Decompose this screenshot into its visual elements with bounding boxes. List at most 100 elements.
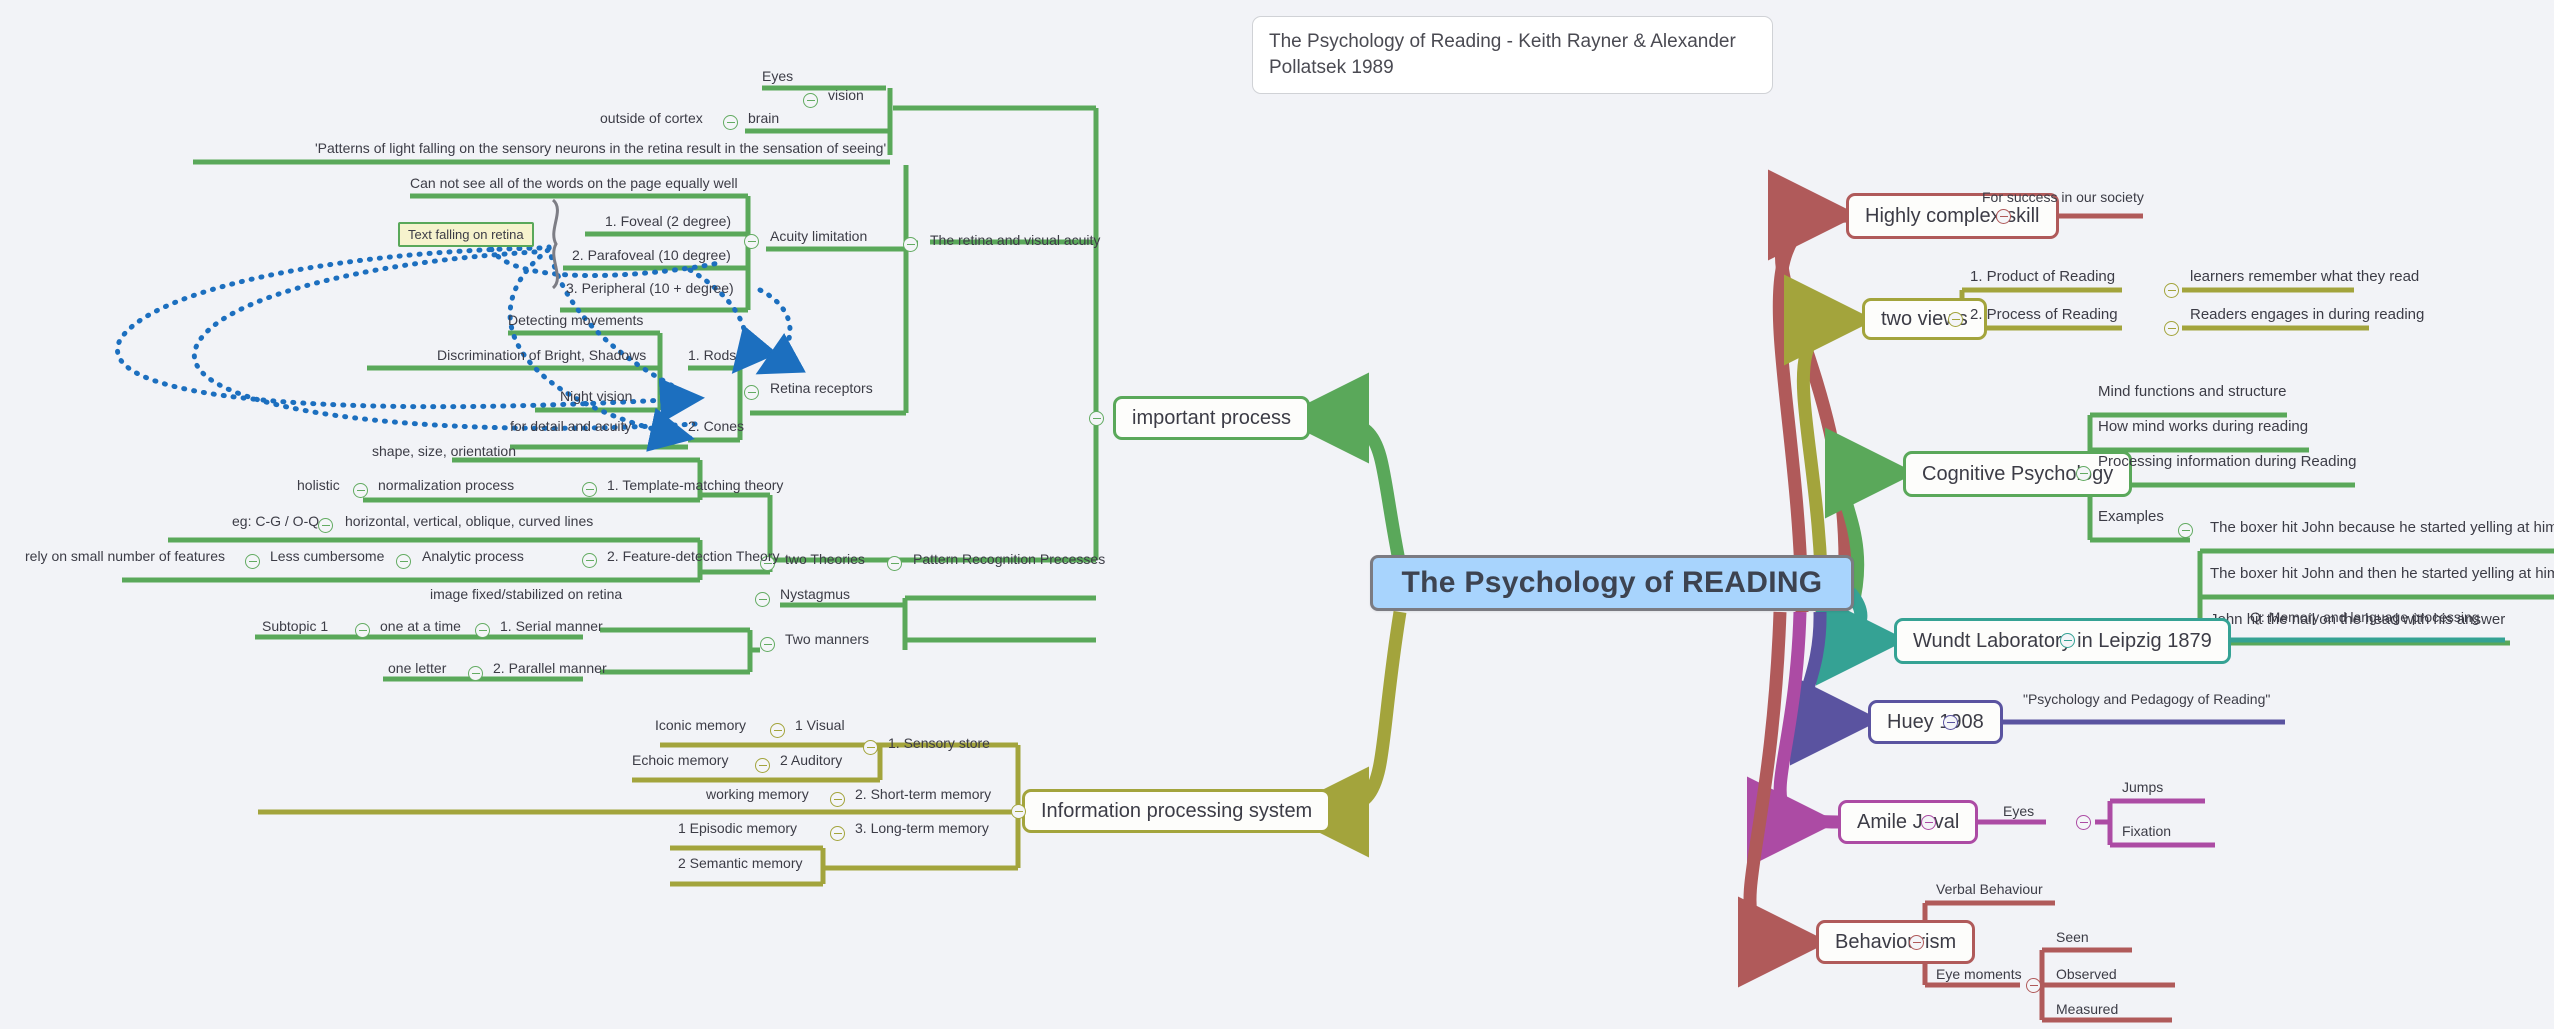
- root-node[interactable]: The Psychology of READING: [1370, 555, 1854, 611]
- node-seen[interactable]: Seen: [2056, 929, 2089, 947]
- node-eyes-javal[interactable]: Eyes: [2003, 803, 2034, 821]
- node-parallel-manner[interactable]: 2. Parallel manner: [493, 660, 607, 678]
- node-peripheral[interactable]: 3. Peripheral (10 + degree): [566, 280, 734, 298]
- toggle-amile-javal[interactable]: [1921, 815, 1936, 830]
- toggle-two-views[interactable]: [1948, 312, 1963, 327]
- node-information-processing-system[interactable]: Information processing system: [1022, 789, 1332, 833]
- node-cannot-see-words[interactable]: Can not see all of the words on the page…: [410, 175, 738, 193]
- toggle-normalization-process[interactable]: [353, 483, 368, 498]
- toggle-process-of-reading[interactable]: [2164, 321, 2179, 336]
- node-measured[interactable]: Measured: [2056, 1001, 2118, 1019]
- toggle-acuity-limitation[interactable]: [744, 234, 759, 249]
- node-important-process[interactable]: important process: [1113, 396, 1310, 440]
- note-text-falling-on-retina[interactable]: Text falling on retina: [398, 222, 534, 247]
- node-eye-moments[interactable]: Eye moments: [1936, 966, 2022, 984]
- node-detecting-movements[interactable]: Detecting movements: [508, 312, 643, 330]
- node-discrimination-bright-shadows[interactable]: Discrimination of Bright, Shadows: [437, 347, 646, 365]
- node-q-memory-language[interactable]: Q: Memory and language processing: [2250, 609, 2480, 627]
- node-eyes[interactable]: Eyes: [762, 68, 793, 86]
- node-behaviourism[interactable]: Behaviourism: [1816, 920, 1976, 964]
- toggle-visual-1[interactable]: [770, 723, 785, 738]
- toggle-less-cumbersome[interactable]: [245, 554, 260, 569]
- mindmap-canvas[interactable]: The Psychology of Reading - Keith Rayner…: [0, 0, 2554, 1029]
- toggle-template-matching[interactable]: [582, 482, 597, 497]
- node-short-term-memory[interactable]: 2. Short-term memory: [855, 786, 991, 804]
- node-night-vision[interactable]: Night vision: [560, 388, 632, 406]
- node-observed[interactable]: Observed: [2056, 966, 2117, 984]
- toggle-behaviourism[interactable]: [1909, 935, 1924, 950]
- node-less-cumbersome[interactable]: Less cumbersome: [270, 548, 384, 566]
- toggle-hvoc-lines[interactable]: [318, 518, 333, 533]
- node-holistic[interactable]: holistic: [297, 477, 340, 495]
- toggle-retina-receptors[interactable]: [744, 385, 759, 400]
- node-cones[interactable]: 2. Cones: [688, 418, 744, 436]
- node-analytic-process[interactable]: Analytic process: [422, 548, 524, 566]
- toggle-long-term-memory[interactable]: [830, 826, 845, 841]
- node-for-success[interactable]: For success in our society: [1980, 184, 2146, 212]
- node-one-at-a-time[interactable]: one at a time: [380, 618, 461, 636]
- node-retina-receptors[interactable]: Retina receptors: [770, 380, 873, 398]
- toggle-product-of-reading[interactable]: [2164, 283, 2179, 298]
- toggle-sensory-store[interactable]: [863, 740, 878, 755]
- toggle-two-manners[interactable]: [760, 637, 775, 652]
- toggle-auditory-2[interactable]: [755, 758, 770, 773]
- toggle-serial-manner[interactable]: [475, 623, 490, 638]
- node-visual-1[interactable]: 1 Visual: [795, 717, 845, 735]
- node-pattern-recognition[interactable]: Pattern Recognition Precesses: [913, 551, 1105, 569]
- toggle-vision[interactable]: [803, 93, 818, 108]
- node-huey-1908[interactable]: Huey 1908: [1868, 700, 2003, 744]
- node-template-matching[interactable]: 1. Template-matching theory: [607, 477, 783, 495]
- node-huey-book[interactable]: "Psychology and Pedagogy of Reading": [2023, 691, 2270, 709]
- node-vision[interactable]: vision: [828, 87, 864, 105]
- node-auditory-2[interactable]: 2 Auditory: [780, 752, 842, 770]
- toggle-short-term-memory[interactable]: [830, 792, 845, 807]
- node-two-views[interactable]: two views: [1862, 298, 1987, 340]
- node-foveal[interactable]: 1. Foveal (2 degree): [605, 213, 731, 231]
- node-feature-detection[interactable]: 2. Feature-detection Theory: [607, 548, 780, 566]
- toggle-retina-and-visual-acuity[interactable]: [903, 237, 918, 252]
- toggle-parallel-manner[interactable]: [468, 666, 483, 681]
- node-amile-javal[interactable]: Amile Javal: [1838, 800, 1979, 844]
- node-acuity-limitation[interactable]: Acuity limitation: [770, 228, 867, 246]
- node-jumps[interactable]: Jumps: [2122, 779, 2163, 797]
- node-echoic-memory[interactable]: Echoic memory: [632, 752, 728, 770]
- toggle-huey-1908[interactable]: [1943, 715, 1958, 730]
- toggle-important-process[interactable]: [1089, 411, 1104, 426]
- node-hvoc-lines[interactable]: horizontal, vertical, oblique, curved li…: [345, 513, 593, 531]
- toggle-one-at-a-time[interactable]: [355, 623, 370, 638]
- node-examples[interactable]: Examples: [2098, 508, 2164, 526]
- toggle-eye-moments[interactable]: [2026, 978, 2041, 993]
- node-learners-remember[interactable]: learners remember what they read: [2190, 268, 2419, 286]
- node-process-of-reading[interactable]: 2. Process of Reading: [1970, 306, 2118, 324]
- node-rods[interactable]: 1. Rods: [688, 347, 736, 365]
- node-retina-and-visual-acuity[interactable]: The retina and visual acuity: [930, 232, 1100, 250]
- toggle-cognitive-psychology[interactable]: [2076, 466, 2091, 481]
- node-subtopic-1[interactable]: Subtopic 1: [262, 618, 328, 636]
- node-mind-functions[interactable]: Mind functions and structure: [2098, 383, 2286, 401]
- node-parafoveal[interactable]: 2. Parafoveal (10 degree): [572, 247, 731, 265]
- node-iconic-memory[interactable]: Iconic memory: [655, 717, 746, 735]
- toggle-examples[interactable]: [2178, 523, 2193, 538]
- toggle-analytic-process[interactable]: [396, 554, 411, 569]
- node-eg-cg-oq[interactable]: eg: C-G / O-Q: [232, 513, 319, 531]
- toggle-nystagmus[interactable]: [755, 592, 770, 607]
- node-product-of-reading[interactable]: 1. Product of Reading: [1970, 268, 2115, 286]
- node-outside-of-cortex[interactable]: outside of cortex: [600, 110, 703, 128]
- node-how-mind-works[interactable]: How mind works during reading: [2098, 418, 2308, 436]
- node-example-1[interactable]: The boxer hit John because he started ye…: [2210, 519, 2554, 537]
- toggle-wundt-laboratory[interactable]: [2060, 633, 2075, 648]
- node-example-2[interactable]: The boxer hit John and then he started y…: [2210, 565, 2554, 583]
- node-image-fixed-on-retina[interactable]: image fixed/stabilized on retina: [430, 586, 622, 604]
- node-patterns-quote[interactable]: 'Patterns of light falling on the sensor…: [315, 140, 886, 158]
- toggle-eyes-javal[interactable]: [2076, 815, 2091, 830]
- node-rely-small-features[interactable]: rely on small number of features: [25, 548, 225, 566]
- node-verbal-behaviour[interactable]: Verbal Behaviour: [1936, 881, 2043, 899]
- node-processing-information[interactable]: Processing information during Reading: [2098, 453, 2356, 471]
- node-shape-size-orientation[interactable]: shape, size, orientation: [372, 443, 516, 461]
- node-nystagmus[interactable]: Nystagmus: [780, 586, 850, 604]
- node-working-memory[interactable]: working memory: [706, 786, 809, 804]
- node-readers-engages[interactable]: Readers engages in during reading: [2190, 306, 2424, 324]
- node-semantic-memory[interactable]: 2 Semantic memory: [678, 855, 802, 873]
- node-one-letter[interactable]: one letter: [388, 660, 446, 678]
- node-episodic-memory[interactable]: 1 Episodic memory: [678, 820, 797, 838]
